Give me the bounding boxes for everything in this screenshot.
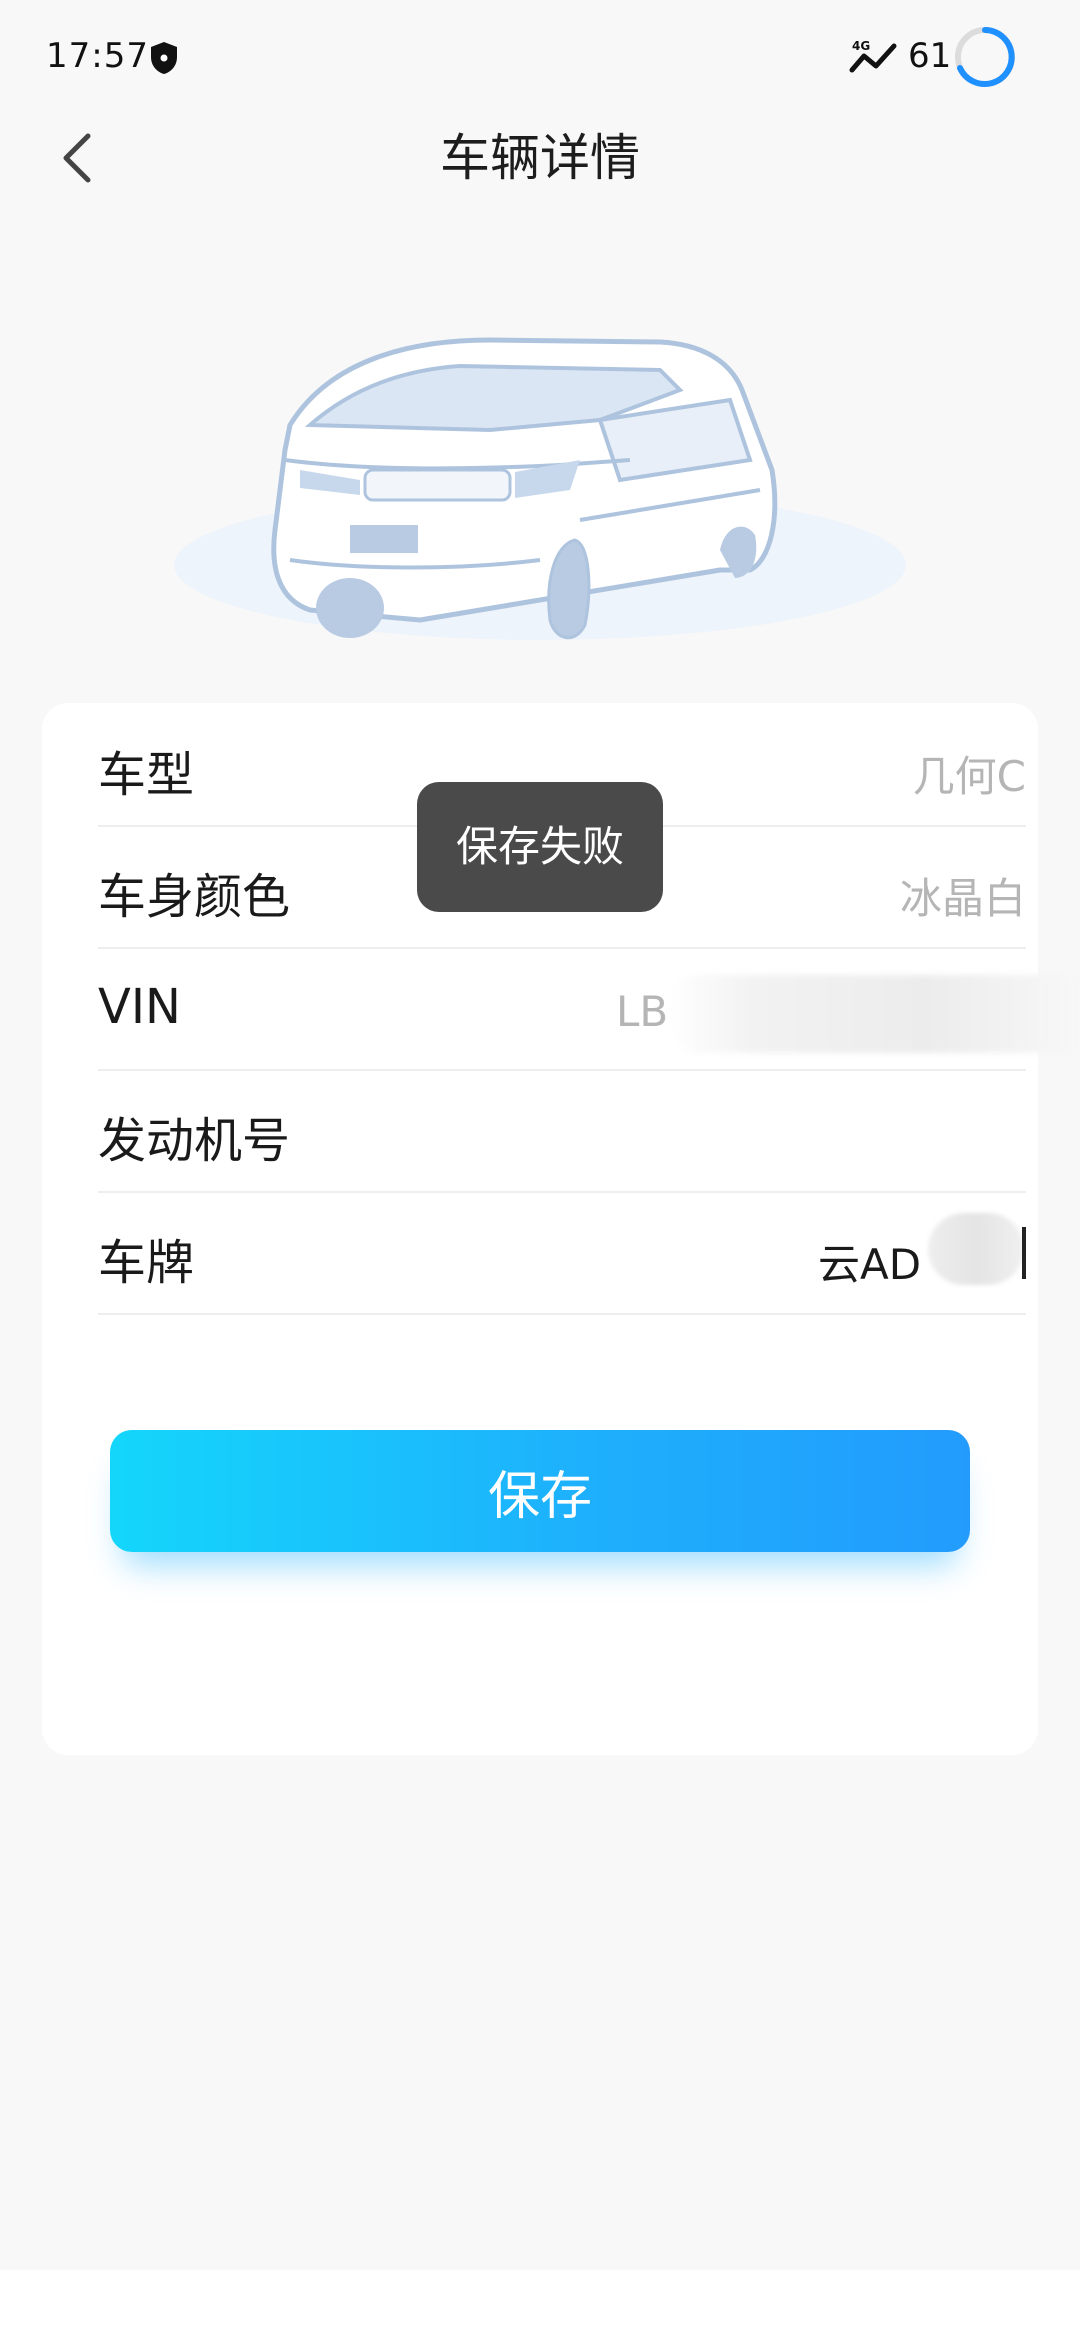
model-value: 几何C [912,752,1026,801]
vin-value: LB [616,987,669,1036]
model-label: 车型 [98,747,195,803]
body-color-label: 车身颜色 [98,869,291,925]
save-button[interactable]: 保存 [110,1430,970,1552]
text-cursor [1022,1227,1026,1279]
error-toast: 保存失败 [417,782,663,912]
row-plate[interactable]: 车牌 云AD [98,1191,1026,1315]
row-vin[interactable]: VIN LB [98,947,1080,1071]
engine-number-label: 发动机号 [98,1113,291,1169]
body-color-value: 冰晶白 [899,874,1026,923]
vin-redaction [668,975,1080,1053]
status-time: 17:57 [46,36,149,76]
battery-level-text: 61 [908,36,952,76]
car-illustration [174,337,906,640]
network-type-label: 4G [852,39,870,53]
status-bar: 17:57 4G 61 [0,0,1080,110]
plate-label: 车牌 [98,1235,195,1291]
vin-label: VIN [98,979,181,1035]
plate-field[interactable]: 云AD [818,1231,921,1292]
row-engine-number[interactable]: 发动机号 [98,1069,1026,1193]
battery-ring-icon [955,27,1015,87]
plate-redaction [928,1213,1024,1285]
network-signal-icon: 4G [849,39,897,73]
plate-value: 云AD [818,1240,922,1289]
shield-icon [151,42,177,74]
page-title: 车辆详情 [440,129,640,187]
